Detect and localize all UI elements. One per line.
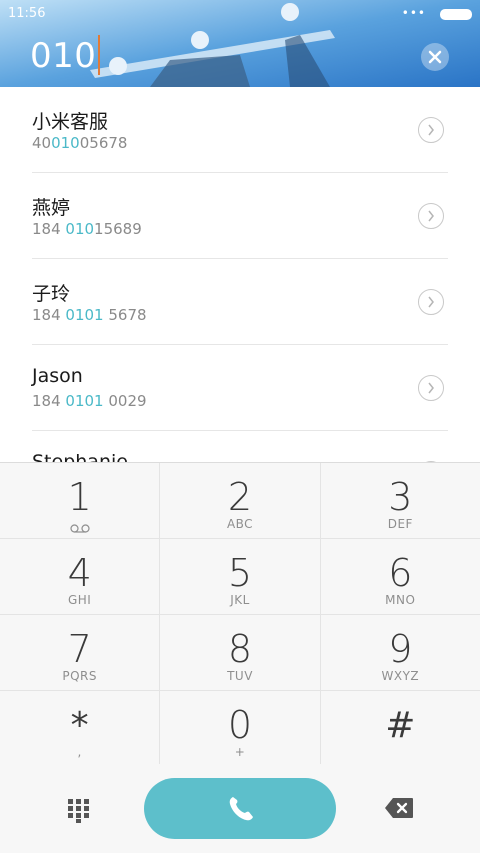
chevron-right-icon xyxy=(428,210,434,222)
key-letters: GHI xyxy=(67,593,92,607)
chevron-right-icon xyxy=(428,382,434,394)
contact-detail-button[interactable] xyxy=(418,117,444,143)
key-digit: 8 xyxy=(227,627,253,671)
clear-number-button[interactable] xyxy=(421,43,449,71)
key-letters: WXYZ xyxy=(381,669,420,683)
key-digit: 7 xyxy=(67,627,92,671)
key-sub: , xyxy=(77,745,82,759)
key-digit: 9 xyxy=(388,627,413,671)
voicemail-icon xyxy=(0,518,159,537)
key-digit: 1 xyxy=(67,475,92,519)
contact-name: 小米客服 xyxy=(32,111,109,133)
key-digit: 6 xyxy=(388,551,413,595)
call-button[interactable] xyxy=(144,778,336,839)
key-star[interactable]: * , xyxy=(0,691,161,766)
key-9[interactable]: 9 WXYZ xyxy=(321,615,480,690)
key-hash[interactable]: # xyxy=(321,691,480,766)
key-letters: ABC xyxy=(226,517,254,531)
contact-row[interactable]: Jason 184 0101 0029 xyxy=(32,345,448,431)
status-bar: 11:56 ••• xyxy=(8,6,472,24)
dialed-number: 010 xyxy=(30,36,97,76)
backspace-icon xyxy=(385,798,413,818)
key-2[interactable]: 2 ABC xyxy=(160,463,321,538)
status-time: 11:56 xyxy=(8,6,46,21)
contact-detail-button[interactable] xyxy=(418,375,444,401)
key-3[interactable]: 3 DEF xyxy=(321,463,480,538)
contact-name: 子玲 xyxy=(32,283,71,305)
key-letters: MNO xyxy=(385,593,416,607)
close-icon xyxy=(428,50,442,64)
dial-actions-bar xyxy=(0,764,480,853)
key-8[interactable]: 8 TUV xyxy=(160,615,321,690)
dialpad-toggle-button[interactable] xyxy=(66,797,92,823)
contact-number: 184 0101 5678 xyxy=(32,306,147,324)
signal-dots-icon: ••• xyxy=(401,6,426,20)
chevron-right-icon xyxy=(428,124,434,136)
key-digit: 5 xyxy=(227,551,253,595)
dialed-number-field[interactable]: 010 xyxy=(30,34,101,78)
key-letters: JKL xyxy=(230,593,250,607)
key-digit: 4 xyxy=(67,551,92,595)
contact-row[interactable]: 燕婷 184 01015689 xyxy=(32,173,448,259)
dial-keypad: 1 2 ABC 3 DEF 4 GHI 5 JKL 6 MNO 7 PQRS 8… xyxy=(0,462,480,767)
key-symbol: # xyxy=(385,705,416,746)
key-1[interactable]: 1 xyxy=(0,463,161,538)
contact-detail-button[interactable] xyxy=(418,289,444,315)
key-digit: 0 xyxy=(227,703,253,747)
contact-number: 184 0101 0029 xyxy=(32,392,147,410)
contact-row[interactable]: 子玲 184 0101 5678 xyxy=(32,259,448,345)
contact-number: 4001005678 xyxy=(32,134,128,152)
key-digit: 3 xyxy=(388,475,413,519)
contact-name: Jason xyxy=(32,365,83,387)
contact-name: Stephanie xyxy=(32,451,128,462)
key-letters: DEF xyxy=(387,517,413,531)
matched-contacts-list[interactable]: 小米客服 4001005678 燕婷 184 01015689 子玲 184 0… xyxy=(0,87,480,462)
key-0[interactable]: 0 + xyxy=(160,691,321,766)
contact-name: 燕婷 xyxy=(32,197,71,219)
key-symbol: * xyxy=(70,705,89,746)
contact-row[interactable]: 小米客服 4001005678 xyxy=(32,87,448,173)
dialpad-icon xyxy=(68,799,89,823)
contact-number: 184 01015689 xyxy=(32,220,142,238)
key-6[interactable]: 6 MNO xyxy=(321,539,480,614)
key-5[interactable]: 5 JKL xyxy=(160,539,321,614)
key-digit: 2 xyxy=(227,475,253,519)
key-sub: + xyxy=(234,745,246,759)
key-7[interactable]: 7 PQRS xyxy=(0,615,161,690)
key-letters: PQRS xyxy=(62,669,97,683)
contact-row[interactable]: Stephanie xyxy=(32,431,448,462)
chevron-right-icon xyxy=(428,296,434,308)
dial-header: 11:56 ••• 010 xyxy=(0,0,480,87)
key-4[interactable]: 4 GHI xyxy=(0,539,161,614)
contact-detail-button[interactable] xyxy=(418,203,444,229)
battery-icon xyxy=(440,9,472,20)
backspace-button[interactable] xyxy=(384,797,414,819)
key-letters: TUV xyxy=(227,669,253,683)
text-cursor xyxy=(98,34,101,75)
phone-icon xyxy=(229,797,253,821)
